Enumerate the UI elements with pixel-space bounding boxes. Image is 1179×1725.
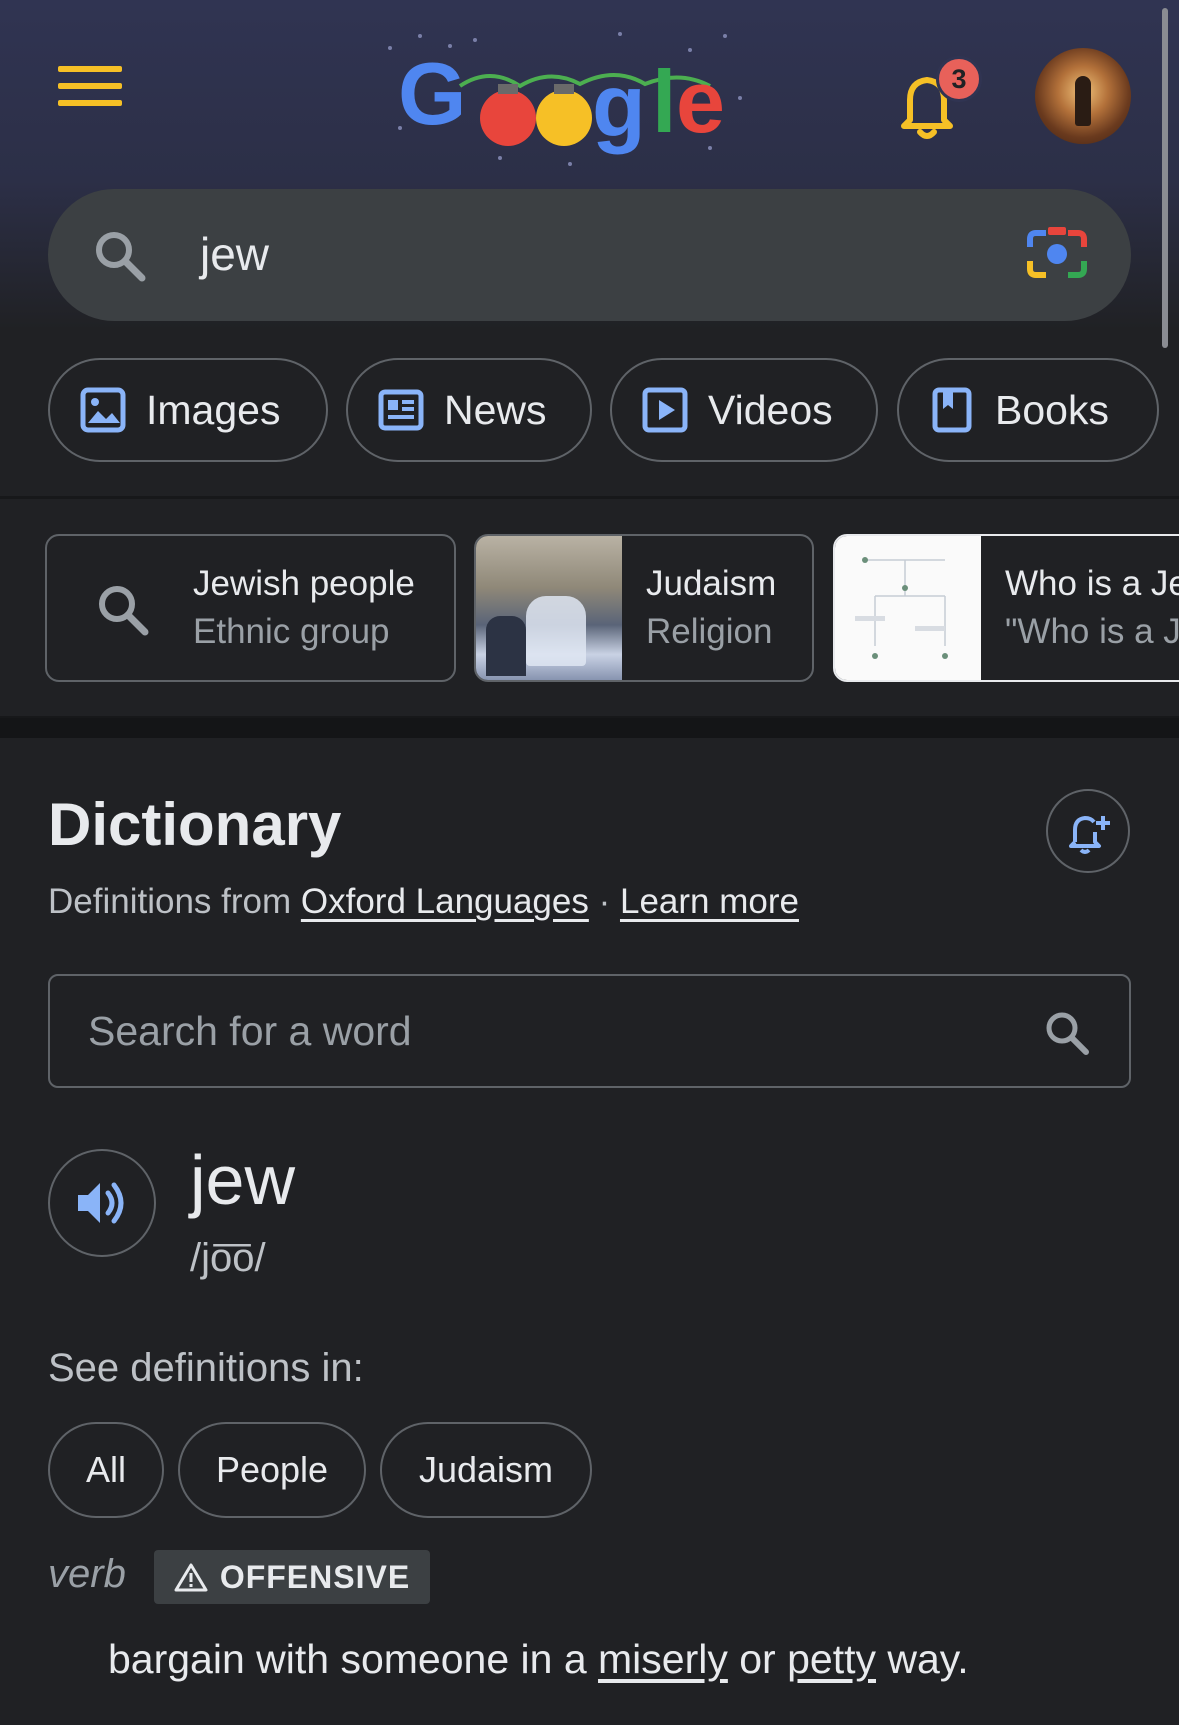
part-of-speech: verb — [48, 1552, 126, 1596]
word-search-input[interactable]: Search for a word — [48, 974, 1131, 1088]
petty-link[interactable]: petty — [787, 1636, 876, 1682]
notification-count-badge: 3 — [936, 56, 982, 102]
sense-pill-people[interactable]: People — [178, 1422, 366, 1518]
divider — [0, 496, 1179, 499]
chip-label: Videos — [708, 386, 833, 433]
pronunciation-button[interactable] — [48, 1149, 156, 1257]
chip-videos[interactable]: Videos — [610, 358, 878, 462]
oxford-languages-link[interactable]: Oxford Languages — [301, 882, 589, 921]
word-search-placeholder: Search for a word — [88, 1008, 412, 1054]
card-subtitle: "Who is a J — [1005, 612, 1179, 651]
account-avatar[interactable] — [1035, 48, 1131, 144]
svg-text:G: G — [398, 44, 466, 143]
chip-books[interactable]: Books — [897, 358, 1159, 462]
bell-plus-icon — [1069, 815, 1110, 854]
dictionary-title: Dictionary — [48, 791, 342, 858]
definition-part: or — [727, 1636, 788, 1682]
card-title: Judaism — [646, 564, 777, 603]
follow-topic-button[interactable] — [1046, 789, 1130, 873]
chip-news[interactable]: News — [346, 358, 592, 462]
search-icon — [99, 586, 149, 636]
chip-images[interactable]: Images — [48, 358, 328, 462]
svg-text:g: g — [592, 56, 646, 155]
miserly-link[interactable]: miserly — [598, 1636, 728, 1682]
source-prefix: Definitions from — [48, 882, 292, 921]
scrollbar[interactable] — [1162, 8, 1168, 348]
google-logo[interactable]: G g l e — [380, 28, 780, 168]
sense-pill-judaism[interactable]: Judaism — [380, 1422, 592, 1518]
definition-text: bargain with someone in a miserly or pet… — [108, 1636, 969, 1683]
learn-more-link[interactable]: Learn more — [620, 882, 799, 921]
speaker-icon — [78, 1182, 124, 1224]
offensive-label: OFFENSIVE — [154, 1550, 430, 1604]
search-bar[interactable]: jew — [48, 189, 1131, 321]
card-title: Jewish people — [193, 564, 415, 603]
related-card-jewish-people[interactable]: Jewish people Ethnic group — [45, 534, 456, 682]
hamburger-menu-icon[interactable] — [58, 66, 122, 112]
separator-dot: · — [598, 882, 611, 921]
search-icon[interactable] — [1042, 1008, 1092, 1058]
notifications-bell-icon[interactable]: 3 — [892, 52, 992, 142]
play-icon — [642, 387, 688, 433]
card-subtitle: Religion — [646, 612, 773, 651]
dictionary-source: Definitions from Oxford Languages · Lear… — [48, 882, 799, 922]
svg-text:l: l — [652, 52, 676, 151]
phonetic-spelling: /jo͞o/ — [190, 1236, 266, 1280]
related-card-judaism[interactable]: Judaism Religion — [474, 534, 814, 682]
section-divider — [0, 718, 1179, 738]
chip-label: Books — [995, 386, 1109, 433]
headword: jew — [190, 1141, 296, 1219]
diagram-thumbnail — [835, 536, 981, 680]
card-title: Who is a Je — [1005, 564, 1179, 603]
search-icon — [96, 232, 146, 282]
chip-label: Images — [146, 386, 281, 433]
chip-label: News — [444, 386, 547, 433]
see-definitions-label: See definitions in: — [48, 1346, 364, 1390]
sense-pill-all[interactable]: All — [48, 1422, 164, 1518]
search-query[interactable]: jew — [200, 227, 269, 281]
offensive-label-text: OFFENSIVE — [219, 1558, 411, 1595]
svg-text:e: e — [676, 52, 725, 151]
related-card-who-is-a-jew[interactable]: Who is a Je "Who is a J — [833, 534, 1179, 682]
definition-part: way. — [876, 1636, 969, 1682]
judaism-thumbnail — [476, 536, 622, 680]
google-lens-camera-icon[interactable] — [1024, 223, 1090, 285]
warning-triangle-icon — [174, 1563, 208, 1592]
newspaper-icon — [378, 389, 424, 431]
image-icon — [80, 387, 126, 433]
card-subtitle: Ethnic group — [193, 612, 390, 651]
book-icon — [932, 387, 972, 433]
definition-part: bargain with someone in a — [108, 1636, 599, 1682]
